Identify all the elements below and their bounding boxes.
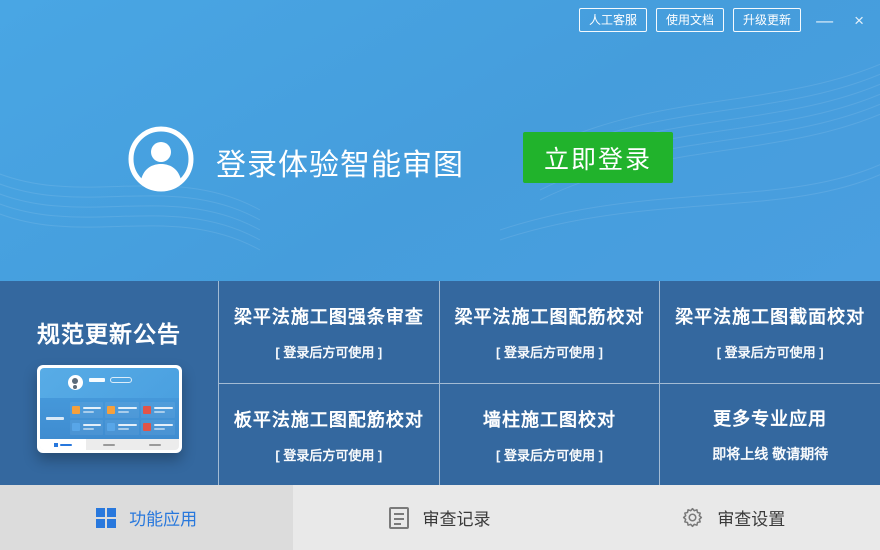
thumbnail-item xyxy=(69,419,104,435)
feature-title: 梁平法施工图强条审查 xyxy=(233,307,424,327)
minimize-button[interactable]: — xyxy=(810,12,839,29)
feature-subtitle: [ 登录后方可使用 ] xyxy=(716,345,824,360)
thumbnail-item xyxy=(140,402,175,418)
thumbnail-grid xyxy=(39,398,179,439)
feature-title: 墙柱施工图校对 xyxy=(482,409,616,430)
feature-grid: 梁平法施工图强条审查 [ 登录后方可使用 ] 梁平法施工图配筋校对 [ 登录后方… xyxy=(218,281,880,485)
feature-subtitle: [ 登录后方可使用 ] xyxy=(275,447,383,463)
tab-settings-label: 审查设置 xyxy=(717,510,786,529)
thumbnail-tab xyxy=(132,439,178,450)
announcement-title: 规范更新公告 xyxy=(37,321,181,347)
feature-subtitle: [ 登录后方可使用 ] xyxy=(275,345,383,360)
hero-section: 人工客服 使用文档 升级更新 — × 登录体验智能审图 立即登录 xyxy=(0,0,880,281)
thumbnail-tabbar xyxy=(39,439,179,450)
feature-cell-slab-rebar-check[interactable]: 板平法施工图配筋校对 [ 登录后方可使用 ] xyxy=(218,383,439,485)
thumbnail-item xyxy=(105,419,139,435)
login-button[interactable]: 立即登录 xyxy=(523,132,673,183)
docs-button[interactable]: 使用文档 xyxy=(656,8,725,32)
announcement-panel: 规范更新公告 xyxy=(0,281,218,485)
feature-title: 梁平法施工图配筋校对 xyxy=(454,307,645,327)
thumbnail-preview xyxy=(39,368,179,450)
hero-title: 登录体验智能审图 xyxy=(216,149,464,182)
feature-title: 板平法施工图配筋校对 xyxy=(233,409,424,430)
avatar-icon xyxy=(128,126,194,192)
titlebar: 人工客服 使用文档 升级更新 — × xyxy=(579,8,870,32)
tab-apps-label: 功能应用 xyxy=(129,510,198,529)
thumbnail-badge xyxy=(109,377,132,383)
feature-subtitle: [ 登录后方可使用 ] xyxy=(496,447,603,463)
feature-section: 规范更新公告 梁平法施工图强条审查 [登录后方可使用] 梁平法施工图配筋校对… xyxy=(0,281,880,485)
thumbnail-tab xyxy=(39,439,86,450)
tab-apps[interactable]: 功能应用 xyxy=(0,485,294,550)
thumbnail-tab xyxy=(86,439,132,450)
document-icon xyxy=(389,506,410,529)
bottom-tabbar: 功能应用 审查记录 审查设置 xyxy=(0,485,880,550)
support-button[interactable]: 人工客服 xyxy=(579,8,648,32)
thumbnail-label xyxy=(40,398,70,439)
thumbnail-item xyxy=(105,402,139,418)
tab-records[interactable]: 审查记录 xyxy=(293,485,586,550)
feature-title: 梁平法施工图截面校对 xyxy=(675,307,866,327)
feature-cell-wall-column-check[interactable]: 墙柱施工图校对 [ 登录后方可使用 ] xyxy=(438,383,660,485)
thumbnail-item xyxy=(140,419,175,435)
update-button[interactable]: 升级更新 xyxy=(733,8,802,32)
thumbnail-avatar-icon xyxy=(67,375,83,390)
gear-icon xyxy=(681,506,704,529)
grid-icon xyxy=(96,507,117,528)
feature-subtitle: [ 登录后方可使用 ] xyxy=(496,345,603,360)
feature-title: 更多专业应用 xyxy=(713,409,828,429)
thumbnail-item xyxy=(69,402,104,418)
tab-settings[interactable]: 审查设置 xyxy=(587,485,880,550)
thumbnail-username xyxy=(88,378,105,382)
app-window: 人工客服 使用文档 升级更新 — × 登录体验智能审图 立即登录 规范更新公告 xyxy=(0,0,880,550)
feature-cell-beam-strong-check[interactable]: 梁平法施工图强条审查 [ 登录后方可使用 ] xyxy=(218,281,439,383)
announcement-thumbnail[interactable] xyxy=(36,365,182,453)
feature-cell-beam-rebar-check[interactable]: 梁平法施工图配筋校对 [ 登录后方可使用 ] xyxy=(438,281,660,383)
thumbnail-hero xyxy=(39,368,179,398)
feature-subtitle: 即将上线 敬请期待 xyxy=(712,446,829,462)
feature-cell-more-apps[interactable]: 更多专业应用 即将上线 敬请期待 xyxy=(659,383,880,485)
close-button[interactable]: × xyxy=(848,12,870,29)
feature-cell-beam-section-check[interactable]: 梁平法施工图截面校对 [ 登录后方可使用 ] xyxy=(659,281,880,383)
thumbnail-items xyxy=(69,398,179,439)
tab-records-label: 审查记录 xyxy=(422,510,491,529)
